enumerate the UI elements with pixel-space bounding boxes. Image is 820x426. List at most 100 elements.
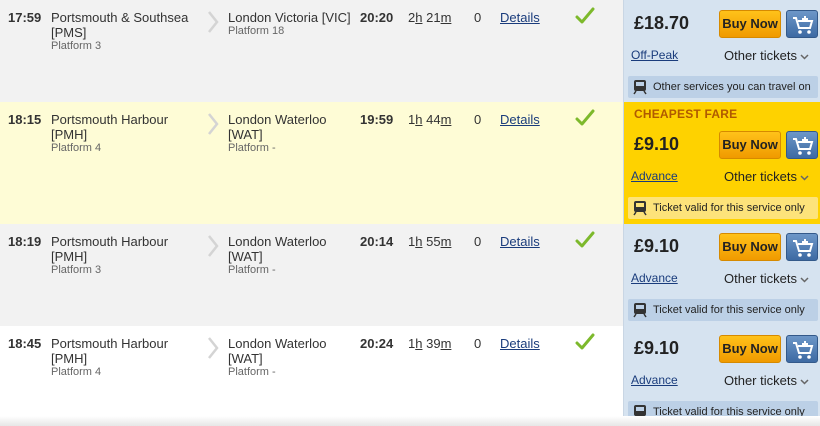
chevron-down-icon (800, 54, 809, 60)
other-tickets-dropdown[interactable]: Other tickets (724, 271, 809, 286)
train-icon (633, 303, 647, 318)
journey-duration: 1h 44m (408, 112, 451, 127)
fare-price: £18.70 (634, 13, 690, 33)
origin-platform: Platform 3 (51, 264, 102, 276)
add-to-basket-button[interactable] (786, 335, 818, 363)
destination-station: London Waterloo [WAT] Platform - (228, 336, 356, 379)
fare-price: £9.10 (634, 134, 680, 154)
departure-time: 17:59 (8, 10, 42, 25)
chevron-right-icon (208, 235, 219, 257)
chevron-right-icon (208, 337, 219, 359)
details-link[interactable]: Details (500, 112, 540, 127)
fare-panel: £18.70 Buy Now Off-Peak Other tickets Ot… (623, 0, 820, 102)
check-icon (575, 231, 595, 248)
journey-results: 17:59 Portsmouth & Southsea [PMS] Platfo… (0, 0, 820, 426)
duration-minutes-unit: m (440, 10, 452, 25)
other-tickets-label: Other tickets (724, 373, 797, 388)
service-notice: Ticket valid for this service only (628, 299, 818, 321)
destination-platform: Platform - (228, 142, 276, 154)
origin-name: Portsmouth Harbour (51, 336, 169, 351)
add-to-basket-button[interactable] (786, 131, 818, 159)
origin-code: [PMH] (51, 127, 88, 142)
buy-now-button[interactable]: Buy Now (719, 335, 781, 363)
shopping-cart-icon (793, 239, 814, 257)
destination-name: London Waterloo (228, 234, 327, 249)
destination-code: [WAT] (228, 127, 263, 142)
other-tickets-dropdown[interactable]: Other tickets (724, 169, 809, 184)
origin-platform: Platform 4 (51, 366, 102, 378)
duration-minutes: 39 (426, 336, 441, 351)
check-icon (575, 109, 595, 126)
check-icon (575, 7, 595, 24)
destination-station: London Waterloo [WAT] Platform - (228, 234, 356, 277)
add-to-basket-button[interactable] (786, 10, 818, 38)
journey-row: 18:45 Portsmouth Harbour [PMH] Platform … (0, 326, 820, 426)
chevron-right-icon (208, 113, 219, 135)
other-tickets-label: Other tickets (724, 169, 797, 184)
origin-station: Portsmouth Harbour [PMH] Platform 4 (51, 336, 201, 379)
journey-duration: 2h 21m (408, 10, 451, 25)
departure-time: 18:19 (8, 234, 42, 249)
shopping-cart-icon (793, 16, 814, 34)
scroll-fade (0, 416, 820, 426)
arrival-time: 20:14 (360, 234, 394, 249)
cheapest-fare-label: CHEAPEST FARE (634, 107, 738, 121)
fare-price: £9.10 (634, 236, 680, 256)
arrival-time: 20:20 (360, 10, 394, 25)
details-link[interactable]: Details (500, 234, 540, 249)
journey-duration: 1h 39m (408, 336, 451, 351)
train-icon (633, 80, 647, 95)
fare-type-link[interactable]: Advance (631, 373, 678, 387)
details-link[interactable]: Details (500, 336, 540, 351)
origin-name: Portsmouth Harbour (51, 112, 169, 127)
arrival-time: 20:24 (360, 336, 394, 351)
other-tickets-label: Other tickets (724, 271, 797, 286)
duration-minutes: 21 (426, 10, 441, 25)
other-tickets-dropdown[interactable]: Other tickets (724, 373, 809, 388)
destination-platform: Platform - (228, 366, 276, 378)
duration-hours-unit: h (415, 112, 423, 127)
destination-station: London Waterloo [WAT] Platform - (228, 112, 356, 155)
duration-minutes-unit: m (440, 112, 452, 127)
fare-type-link[interactable]: Advance (631, 169, 678, 183)
duration-minutes: 55 (426, 234, 441, 249)
train-icon (633, 201, 647, 216)
origin-station: Portsmouth & Southsea [PMS] Platform 3 (51, 10, 201, 53)
duration-hours-unit: h (415, 336, 423, 351)
departure-time: 18:15 (8, 112, 42, 127)
duration-minutes: 44 (426, 112, 441, 127)
origin-platform: Platform 4 (51, 142, 102, 154)
buy-now-button[interactable]: Buy Now (719, 131, 781, 159)
chevron-down-icon (800, 175, 809, 181)
service-notice: Other services you can travel on (628, 76, 818, 98)
duration-minutes-unit: m (440, 336, 452, 351)
check-icon (575, 333, 595, 350)
fare-type-link[interactable]: Advance (631, 271, 678, 285)
origin-name: Portsmouth Harbour (51, 234, 169, 249)
changes-count: 0 (474, 112, 482, 127)
journey-duration: 1h 55m (408, 234, 451, 249)
origin-code: [PMH] (51, 351, 88, 366)
destination-platform: Platform 18 (228, 25, 285, 37)
departure-time: 18:45 (8, 336, 42, 351)
add-to-basket-button[interactable] (786, 233, 818, 261)
destination-name: London Victoria [VIC] (228, 10, 351, 25)
fare-type-link[interactable]: Off-Peak (631, 48, 678, 62)
destination-name: London Waterloo (228, 112, 327, 127)
buy-now-button[interactable]: Buy Now (719, 10, 781, 38)
duration-hours-unit: h (415, 10, 423, 25)
journey-row: 18:15 Portsmouth Harbour [PMH] Platform … (0, 102, 820, 224)
notice-text: Other services you can travel on (653, 81, 811, 93)
service-notice: Ticket valid for this service only (628, 197, 818, 219)
origin-station: Portsmouth Harbour [PMH] Platform 3 (51, 234, 201, 277)
origin-code: [PMH] (51, 249, 88, 264)
destination-platform: Platform - (228, 264, 276, 276)
fare-panel: CHEAPEST FARE £9.10 Buy Now Advance Othe… (623, 102, 820, 224)
changes-count: 0 (474, 234, 482, 249)
buy-now-button[interactable]: Buy Now (719, 233, 781, 261)
details-link[interactable]: Details (500, 10, 540, 25)
destination-station: London Victoria [VIC] Platform 18 (228, 10, 356, 38)
shopping-cart-icon (793, 137, 814, 155)
other-tickets-dropdown[interactable]: Other tickets (724, 48, 809, 63)
origin-name: Portsmouth & Southsea (51, 10, 189, 25)
